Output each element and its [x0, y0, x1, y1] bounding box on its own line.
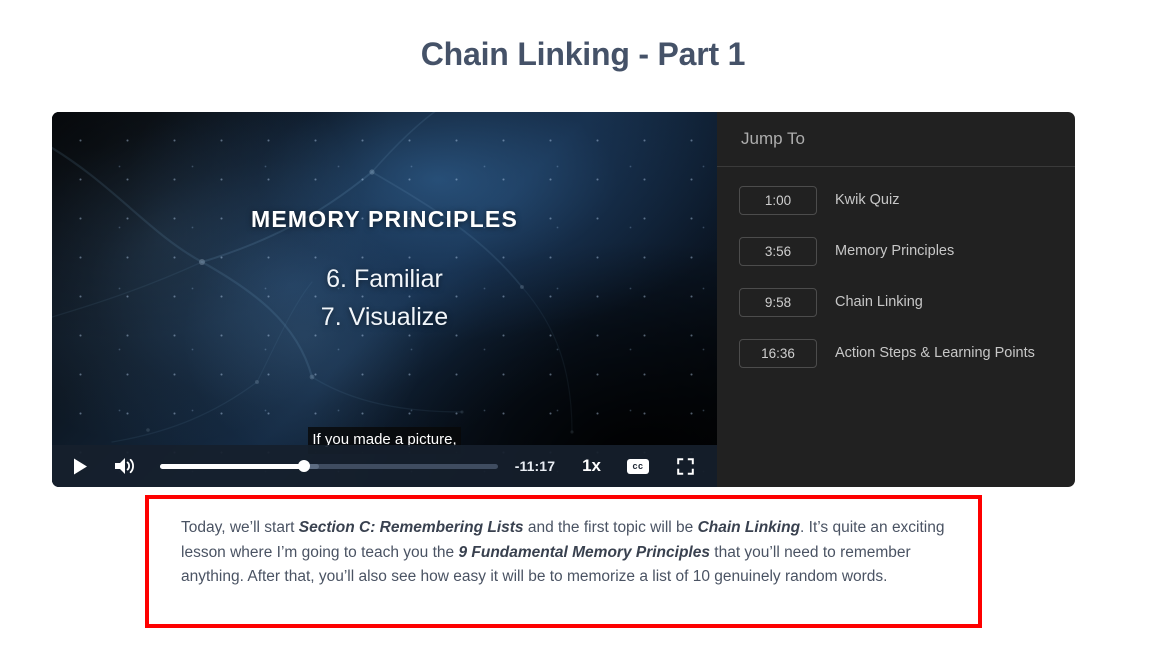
time-remaining: -11:17 [514, 458, 556, 474]
jump-to-item[interactable]: 3:56 Memory Principles [717, 231, 1075, 271]
jump-to-item[interactable]: 9:58 Chain Linking [717, 282, 1075, 322]
playback-speed-button[interactable]: 1x [568, 445, 615, 487]
jump-to-timestamp[interactable]: 1:00 [739, 185, 817, 215]
progress-played [160, 463, 304, 469]
description-emphasis: 9 Fundamental Memory Principles [458, 543, 710, 561]
captions-button[interactable]: cc [615, 445, 661, 487]
progress-track[interactable] [160, 460, 498, 472]
jump-to-label[interactable]: Chain Linking [835, 294, 923, 310]
jump-to-label[interactable]: Kwik Quiz [835, 192, 899, 208]
jump-to-item[interactable]: 16:36 Action Steps & Learning Points [717, 333, 1075, 373]
description-span: and the first topic will be [523, 519, 698, 536]
video-player[interactable]: MEMORY PRINCIPLES 6. Familiar 7. Visuali… [52, 112, 717, 487]
lesson-description-box: Today, we’ll start Section C: Rememberin… [145, 495, 982, 628]
fullscreen-icon [676, 457, 694, 475]
volume-button[interactable] [102, 445, 146, 487]
jump-to-panel: Jump To 1:00 Kwik Quiz 3:56 Memory Princ… [717, 112, 1075, 487]
jump-to-label[interactable]: Memory Principles [835, 243, 954, 259]
description-emphasis: Section C: Remembering Lists [298, 519, 524, 536]
progress-bar[interactable] [146, 445, 510, 487]
jump-to-timestamp[interactable]: 9:58 [739, 287, 817, 317]
lesson-player-row: MEMORY PRINCIPLES 6. Familiar 7. Visuali… [52, 112, 1075, 487]
lesson-description-text: Today, we’ll start Section C: Rememberin… [149, 499, 978, 590]
slide-line-2: 7. Visualize [320, 303, 449, 331]
video-controls: -11:17 1x cc [52, 445, 717, 487]
slide-line-1: 6. Familiar [326, 265, 443, 293]
jump-to-label[interactable]: Action Steps & Learning Points [835, 345, 1035, 361]
jump-to-timestamp[interactable]: 16:36 [739, 338, 817, 368]
progress-handle[interactable] [297, 460, 310, 472]
jump-to-list: 1:00 Kwik Quiz 3:56 Memory Principles 9:… [717, 167, 1075, 373]
description-emphasis: Chain Linking [697, 519, 801, 536]
slide-heading: MEMORY PRINCIPLES [250, 206, 519, 232]
fullscreen-button[interactable] [661, 445, 709, 487]
jump-to-item[interactable]: 1:00 Kwik Quiz [717, 180, 1075, 220]
cc-icon: cc [627, 458, 649, 474]
volume-icon [114, 458, 134, 474]
jump-to-header: Jump To [717, 112, 1075, 167]
play-icon [73, 458, 87, 474]
jump-to-timestamp[interactable]: 3:56 [739, 236, 817, 266]
page-title: Chain Linking - Part 1 [420, 36, 746, 72]
play-button[interactable] [58, 445, 102, 487]
description-span: Today, we’ll start [181, 519, 299, 536]
